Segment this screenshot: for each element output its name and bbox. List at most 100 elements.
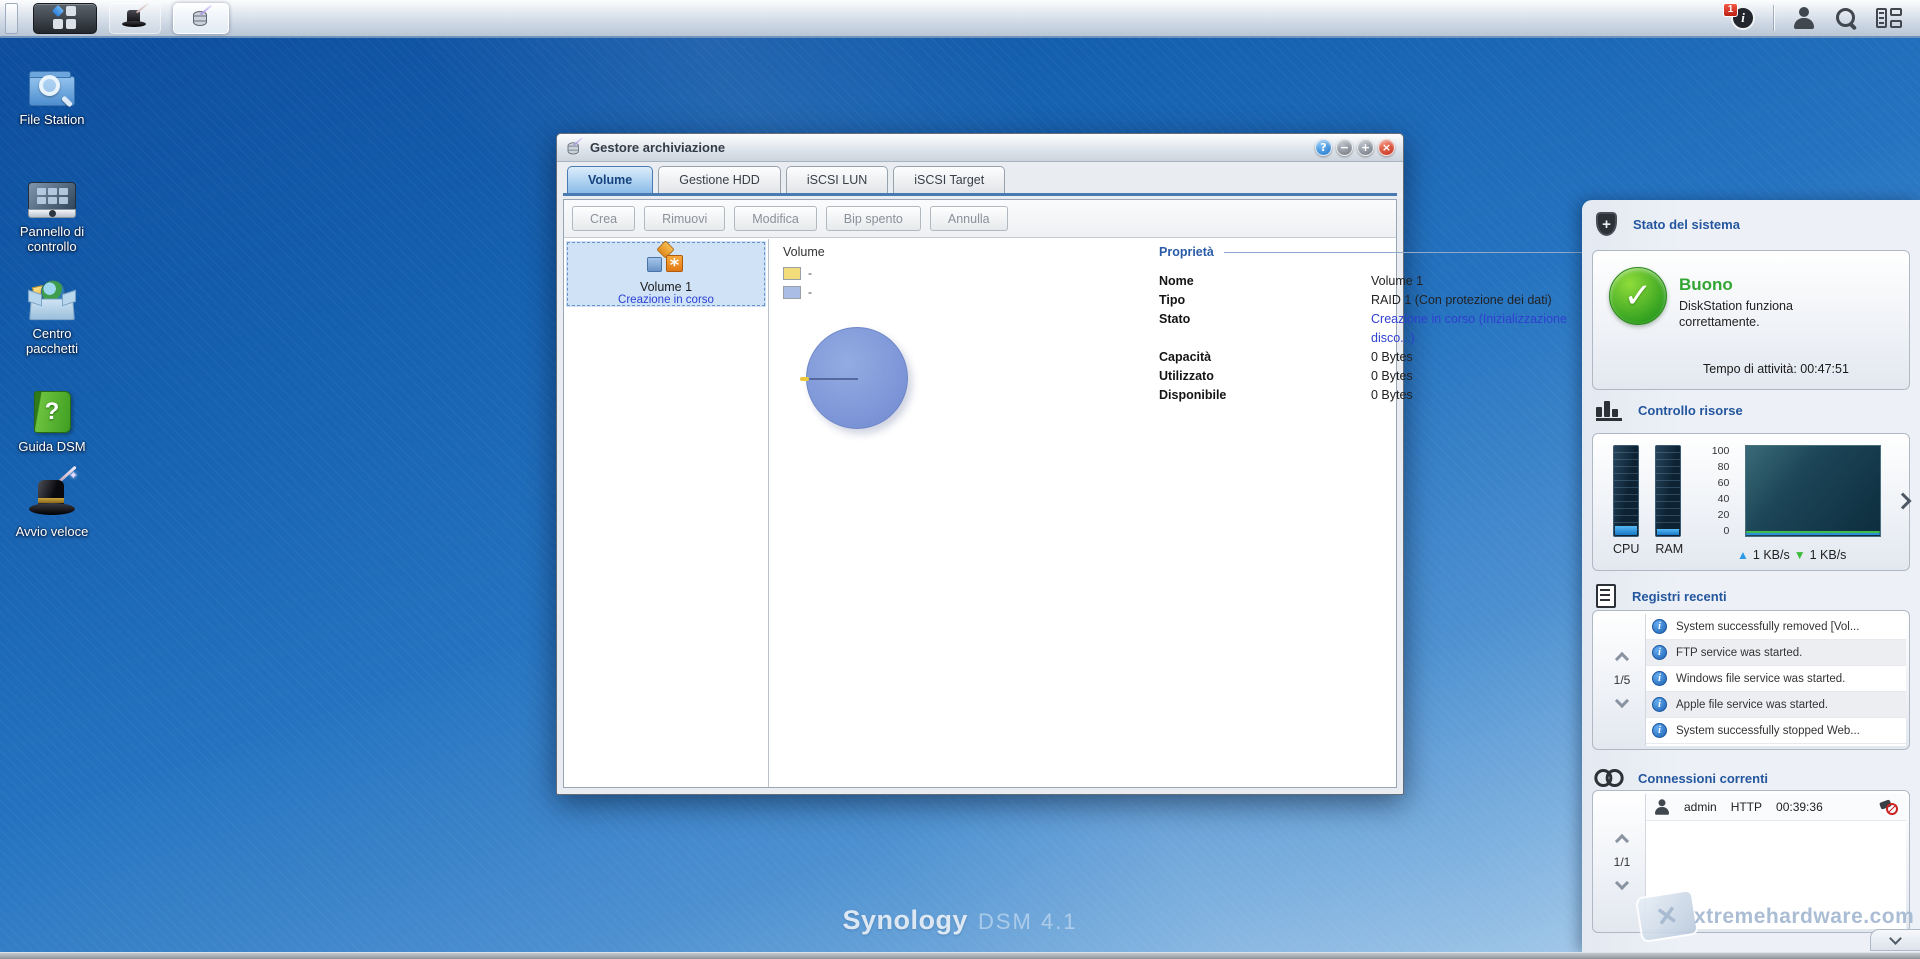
property-row: Nome Volume 1 [1159,272,1597,291]
network-chart [1745,445,1881,537]
logs-page-up-button[interactable] [1615,652,1629,666]
connections-header: Connessioni correnti [1596,764,1768,792]
notification-badge: 1 [1723,3,1738,17]
log-row[interactable]: i Windows file service was started. [1646,666,1906,692]
upload-speed: 1 KB/s [1753,548,1790,562]
cpu-meter: CPU [1613,445,1639,556]
connections-page-up-button[interactable] [1615,833,1629,847]
volume-list: Volume 1 Creazione in corso [564,239,769,787]
info-icon: i [1652,619,1667,634]
crea-button[interactable]: Crea [572,206,635,231]
window-title: Gestore archiviazione [590,140,725,155]
log-row[interactable]: i System successfully removed [Vol... [1646,614,1906,640]
resource-monitor-card: CPU RAM 100 80 60 40 20 0 ▲ 1 KB/s ▼ [1592,433,1910,571]
log-row[interactable]: i System successfully stopped Web... [1646,718,1906,744]
rimuovi-button[interactable]: Rimuovi [644,206,725,231]
dsm-version: DSM 4.1 [978,909,1078,934]
resource-monitor-expand-button[interactable] [1895,492,1912,509]
chevron-down-icon [1889,932,1902,945]
desktop: { "taskbar": { "notification_badge": "1"… [0,0,1920,959]
window-body: Crea Rimuovi Modifica Bip spento Annulla… [563,199,1397,788]
status-ok-icon [1609,267,1667,325]
tab-gestione-hdd[interactable]: Gestione HDD [658,166,781,193]
window-content: Volume 1 Creazione in corso Volume - - [564,239,1396,787]
network-speed-row: ▲ 1 KB/s ▼ 1 KB/s [1737,548,1846,562]
toolbar: Crea Rimuovi Modifica Bip spento Annulla [564,200,1396,238]
disconnect-button[interactable] [1880,799,1898,815]
desktop-icon-control-panel[interactable]: Pannello di controllo [8,170,96,254]
bip-spento-button[interactable]: Bip spento [826,206,921,231]
info-icon: i [1652,671,1667,686]
main-menu-icon [53,6,77,30]
window-title-icon [567,140,581,156]
search-button[interactable] [1834,6,1858,30]
minimize-button[interactable]: − [1336,139,1353,156]
logs-page-indicator: 1/5 [1614,673,1631,687]
desktop-icon-file-station[interactable]: File Station [8,58,96,127]
magic-hat-icon [122,7,148,29]
logs-page-down-button[interactable] [1615,694,1629,708]
window-titlebar[interactable]: Gestore archiviazione ? − + × [557,134,1403,162]
user-menu-button[interactable] [1792,6,1816,30]
maximize-button[interactable]: + [1357,139,1374,156]
modifica-button[interactable]: Modifica [734,206,817,231]
properties-header: Proprietà [1159,245,1214,259]
volume-status: Creazione in corso [618,294,714,306]
bar-chart-icon [1596,399,1622,421]
logs-pager: 1/5 [1602,611,1642,749]
download-speed: 1 KB/s [1810,548,1847,562]
taskbar: i 1 [0,0,1920,38]
main-menu-button[interactable] [33,3,97,34]
network-chart-axis: 100 80 60 40 20 0 [1705,445,1729,537]
tab-volume[interactable]: Volume [567,166,653,193]
close-button[interactable]: × [1378,139,1395,156]
xtremehardware-watermark: xtremehardware.com [1694,906,1914,927]
resource-monitor-header: Controllo risorse [1596,396,1743,424]
info-icon: i [1652,697,1667,712]
desktop-icon-package-center[interactable]: Centro pacchetti [8,272,96,356]
log-row[interactable]: i FTP service was started. [1646,640,1906,666]
volume-icon [644,243,688,277]
pilot-view-button[interactable] [1876,8,1902,28]
volume-list-item[interactable]: Volume 1 Creazione in corso [566,241,766,307]
tab-iscsi-lun[interactable]: iSCSI LUN [786,166,888,193]
property-row: Disponibile 0 Bytes [1159,386,1597,405]
connection-protocol: HTTP [1731,800,1762,814]
desktop-icon-quick-start[interactable]: ✦ Avvio veloce [8,470,96,539]
legend-swatch-blue [783,286,801,299]
tab-iscsi-target[interactable]: iSCSI Target [893,166,1005,193]
widget-sidebar: Stato del sistema Buono DiskStation funz… [1582,200,1920,952]
system-status-header: Stato del sistema [1596,210,1740,238]
properties-section: Proprietà Nome Volume 1 Tipo RAID 1 (Con… [1159,245,1597,405]
upload-arrow-icon: ▲ [1737,548,1749,562]
dsm-help-icon [34,391,71,433]
status-text: Buono [1679,275,1829,295]
volume-detail-panel: Volume - - Propr [769,239,1396,787]
volume-pie-chart [806,327,908,429]
legend-item: - [783,285,812,299]
show-desktop-button[interactable] [5,3,18,34]
pie-legend: - - [783,266,812,299]
status-link[interactable]: Creazione in corso (Inizializzazione dis… [1371,310,1597,348]
status-description: DiskStation funziona correttamente. [1679,298,1829,330]
volume-section-label: Volume [783,245,825,259]
system-status-card: Buono DiskStation funziona correttamente… [1592,250,1910,390]
connections-page-down-button[interactable] [1615,875,1629,889]
sidebar-collapse-button[interactable] [1870,929,1920,951]
storage-manager-icon [192,8,210,28]
notifications-button[interactable]: i 1 [1731,6,1755,30]
desktop-icon-dsm-help[interactable]: Guida DSM [8,385,96,454]
legend-swatch-yellow [783,267,801,280]
desktop-icon-label: File Station [8,112,96,127]
property-row: Capacità 0 Bytes [1159,348,1597,367]
download-arrow-icon: ▼ [1794,548,1806,562]
log-row[interactable]: i Apple file service was started. [1646,692,1906,718]
connection-row[interactable]: admin HTTP 00:39:36 [1646,794,1906,821]
taskbar-item-quick-start[interactable] [109,3,161,34]
help-button[interactable]: ? [1315,139,1332,156]
tray-divider [1773,5,1774,31]
taskbar-item-storage-manager[interactable] [173,3,229,34]
connection-user: admin [1684,800,1717,814]
annulla-button[interactable]: Annulla [930,206,1008,231]
control-panel-icon [28,182,76,218]
